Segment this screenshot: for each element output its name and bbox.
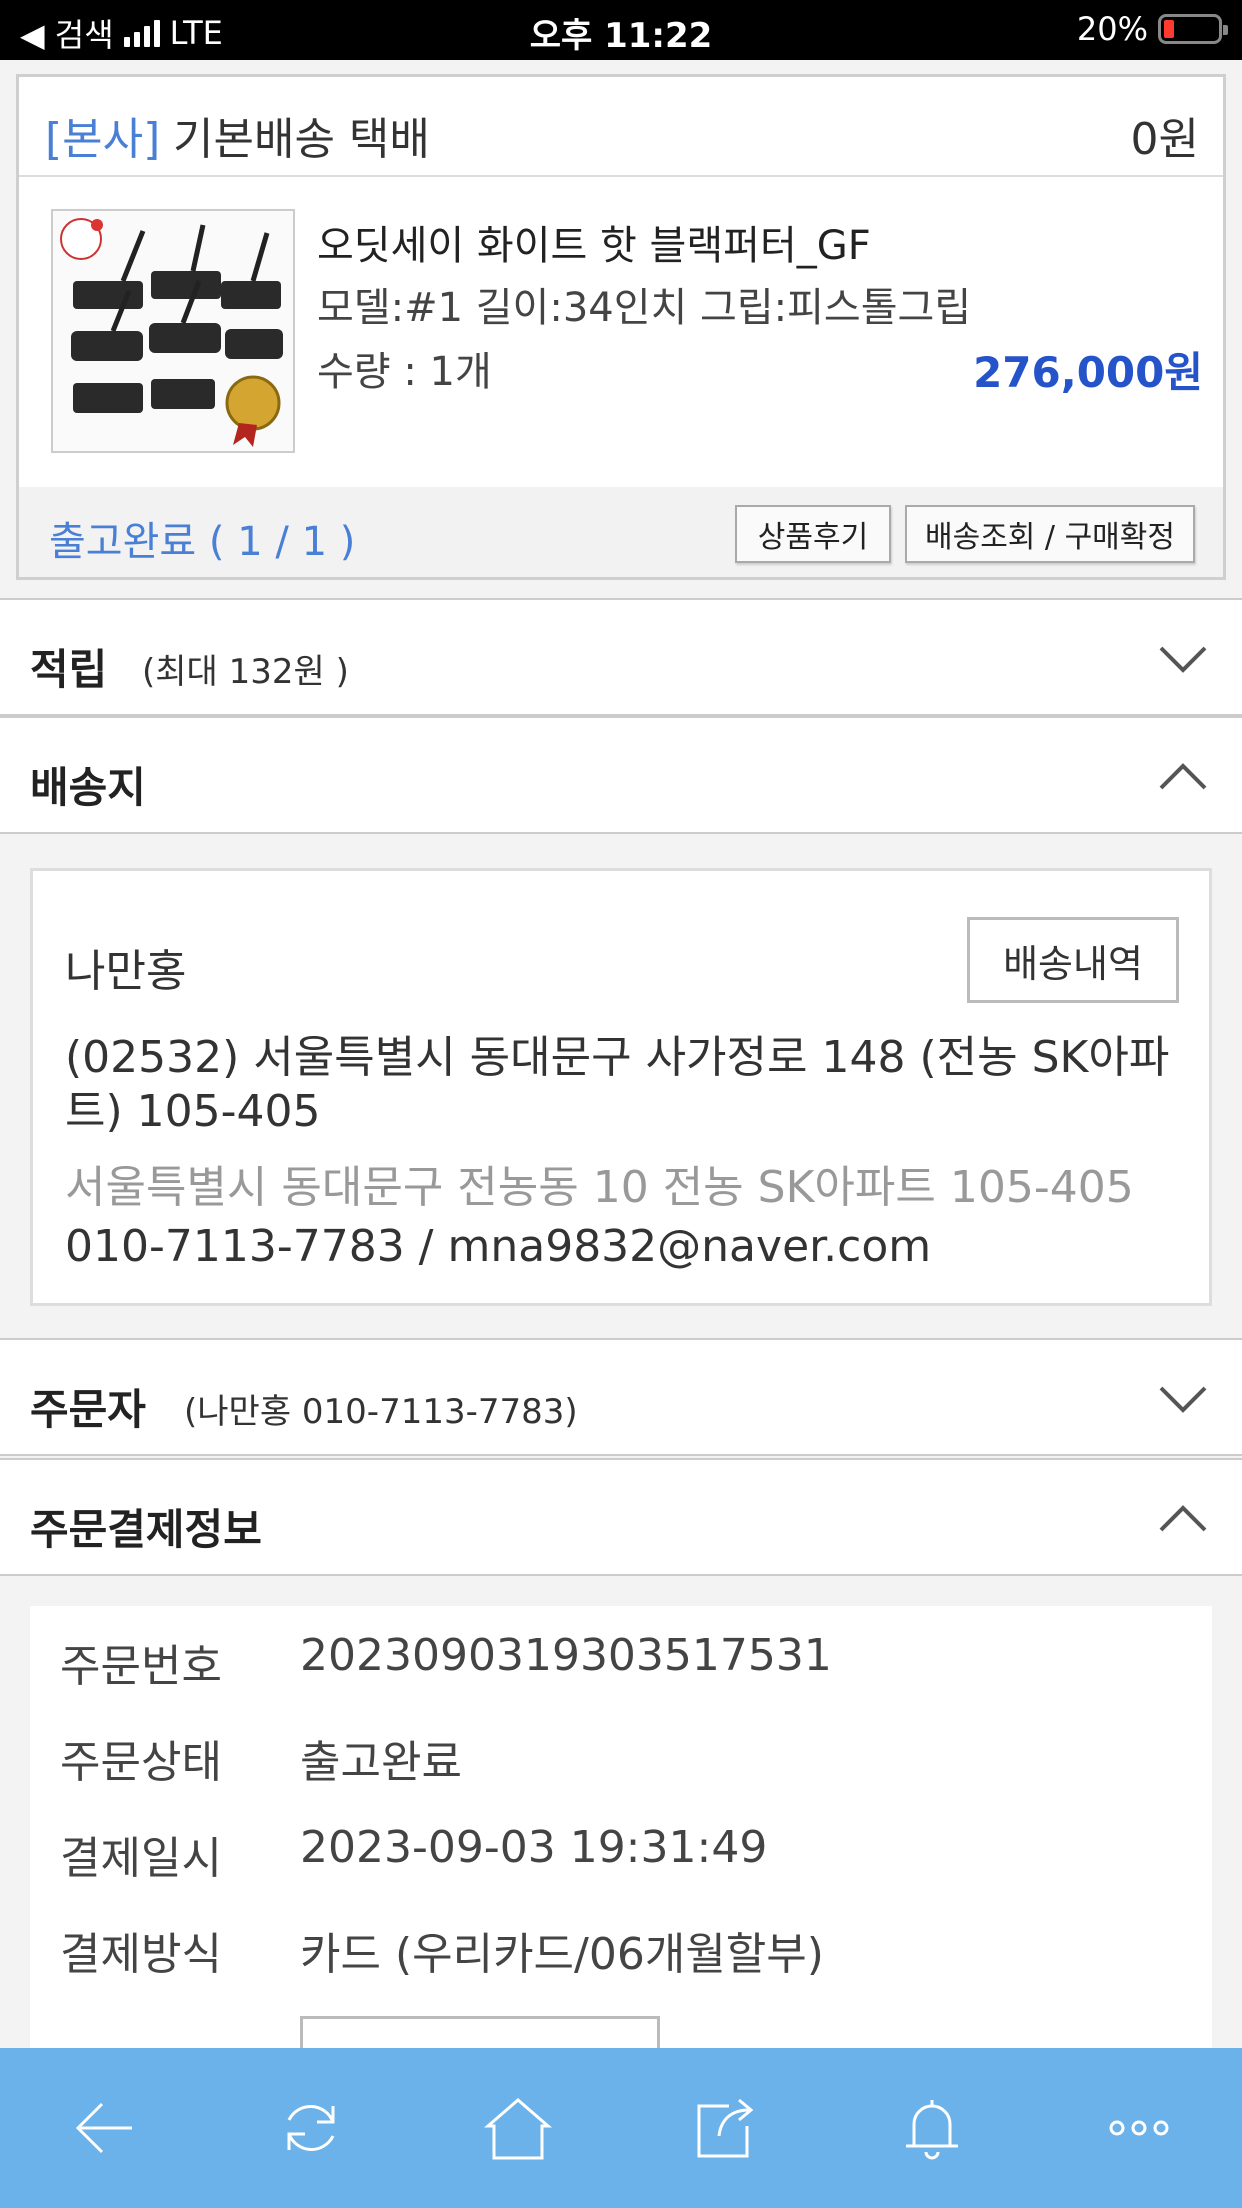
share-icon bbox=[697, 2098, 753, 2158]
chevron-up-icon bbox=[1159, 1505, 1207, 1532]
shipment-header: [본사] 기본배송 택배 0원 bbox=[19, 77, 1223, 177]
payment-date-value: 2023-09-03 19:31:49 bbox=[300, 1822, 768, 1873]
chevron-down-icon bbox=[1159, 1386, 1207, 1413]
notifications-button[interactable] bbox=[872, 2068, 992, 2188]
points-title: 적립 bbox=[30, 645, 108, 694]
home-icon bbox=[483, 2098, 552, 2160]
product-price: 276,000원 bbox=[973, 348, 1203, 397]
order-status-value: 출고완료 bbox=[300, 1737, 462, 1788]
recipient-name: 나만홍 bbox=[65, 946, 187, 997]
product-options: 모델:#1 길이:34인치 그립:피스톨그립 bbox=[317, 285, 972, 331]
share-button[interactable] bbox=[665, 2068, 785, 2188]
shipment-fee: 0원 bbox=[1130, 114, 1199, 165]
shipping-history-button[interactable]: 배송내역 bbox=[967, 917, 1179, 1003]
product-review-button[interactable]: 상품후기 bbox=[735, 505, 891, 563]
product-row[interactable]: 오딧세이 화이트 핫 블랙퍼터_GF 모델:#1 길이:34인치 그립:피스톨그… bbox=[19, 177, 1223, 487]
battery-percent: 20% bbox=[1076, 10, 1148, 48]
refresh-button[interactable] bbox=[251, 2068, 371, 2188]
recipient-contact: 010-7113-7783 / mna9832@naver.com bbox=[65, 1221, 932, 1272]
points-section-header[interactable]: 적립 (최대 132원 ) bbox=[0, 598, 1242, 716]
order-number-label: 주문번호 bbox=[60, 1641, 222, 1692]
payment-info-title: 주문결제정보 bbox=[30, 1505, 262, 1554]
payment-info-panel: 주문번호 20230903193035175​31 주문상태 출고완료 결제일시… bbox=[0, 1576, 1242, 2076]
shipment-method: 기본배송 택배 bbox=[173, 114, 430, 165]
battery-icon bbox=[1158, 14, 1228, 44]
track-confirm-button[interactable]: 배송조회 / 구매확정 bbox=[905, 505, 1195, 563]
shipment-card: [본사] 기본배송 택배 0원 오딧세이 화이트 핫 블랙퍼터_GF 모델:#1… bbox=[16, 74, 1226, 580]
refresh-icon bbox=[287, 2105, 334, 2151]
payment-method-value: 카드 (우리카드/06개월할부) bbox=[300, 1929, 824, 1980]
shipping-address-title: 배송지 bbox=[30, 763, 146, 812]
jibun-address: 서울특별시 동대문구 전농동 10 전농 SK아파트 105-405 bbox=[65, 1162, 1134, 1213]
shipping-address-section-header[interactable]: 배송지 bbox=[0, 716, 1242, 834]
back-arrow-icon bbox=[75, 2102, 132, 2154]
more-icon bbox=[1109, 2120, 1168, 2136]
orderer-section-header[interactable]: 주문자 (나만홍 010-7113-7783) bbox=[0, 1338, 1242, 1456]
product-thumbnail[interactable] bbox=[51, 209, 295, 453]
more-button[interactable] bbox=[1079, 2068, 1199, 2188]
shipment-branch: [본사] bbox=[45, 114, 161, 165]
orderer-detail: (나만홍 010-7113-7783) bbox=[184, 1392, 578, 1432]
status-right: 20% bbox=[1076, 10, 1228, 48]
shipping-address-card: 나만홍 배송내역 (02532) 서울특별시 동대문구 사가정로 148 (전농… bbox=[30, 868, 1212, 1306]
home-button[interactable] bbox=[458, 2068, 578, 2188]
bell-icon bbox=[905, 2100, 958, 2160]
order-status-label: 주문상태 bbox=[60, 1737, 222, 1788]
chevron-down-icon bbox=[1159, 646, 1207, 673]
payment-info-section-header[interactable]: 주문결제정보 bbox=[0, 1458, 1242, 1576]
shipment-footer: 출고완료 ( 1 / 1 ) 상품후기 배송조회 / 구매확정 bbox=[19, 487, 1223, 577]
payment-info-card: 주문번호 20230903193035175​31 주문상태 출고완료 결제일시… bbox=[30, 1606, 1212, 2076]
orderer-title: 주문자 bbox=[30, 1385, 146, 1434]
road-address: (02532) 서울특별시 동대문구 사가정로 148 (전농 SK아파트) 1… bbox=[65, 1032, 1170, 1137]
product-quantity: 수량 : 1개 bbox=[317, 349, 492, 395]
order-number-value: 20230903193035175​31 bbox=[300, 1630, 832, 1681]
payment-method-label: 결제방식 bbox=[60, 1929, 222, 1980]
bottom-toolbar bbox=[0, 2048, 1242, 2208]
back-button[interactable] bbox=[44, 2068, 164, 2188]
shipment-status: 출고완료 ( 1 / 1 ) bbox=[49, 519, 356, 565]
payment-date-label: 결제일시 bbox=[60, 1833, 222, 1884]
status-time: 오후 11:22 bbox=[529, 16, 713, 56]
status-bar: ◀ 검색 LTE 오후 11:22 20% bbox=[0, 0, 1242, 60]
points-detail: (최대 132원 ) bbox=[142, 652, 349, 692]
chevron-up-icon bbox=[1159, 763, 1207, 790]
shipping-address-panel: 나만홍 배송내역 (02532) 서울특별시 동대문구 사가정로 148 (전농… bbox=[0, 834, 1242, 1338]
product-name[interactable]: 오딧세이 화이트 핫 블랙퍼터_GF bbox=[317, 213, 871, 271]
